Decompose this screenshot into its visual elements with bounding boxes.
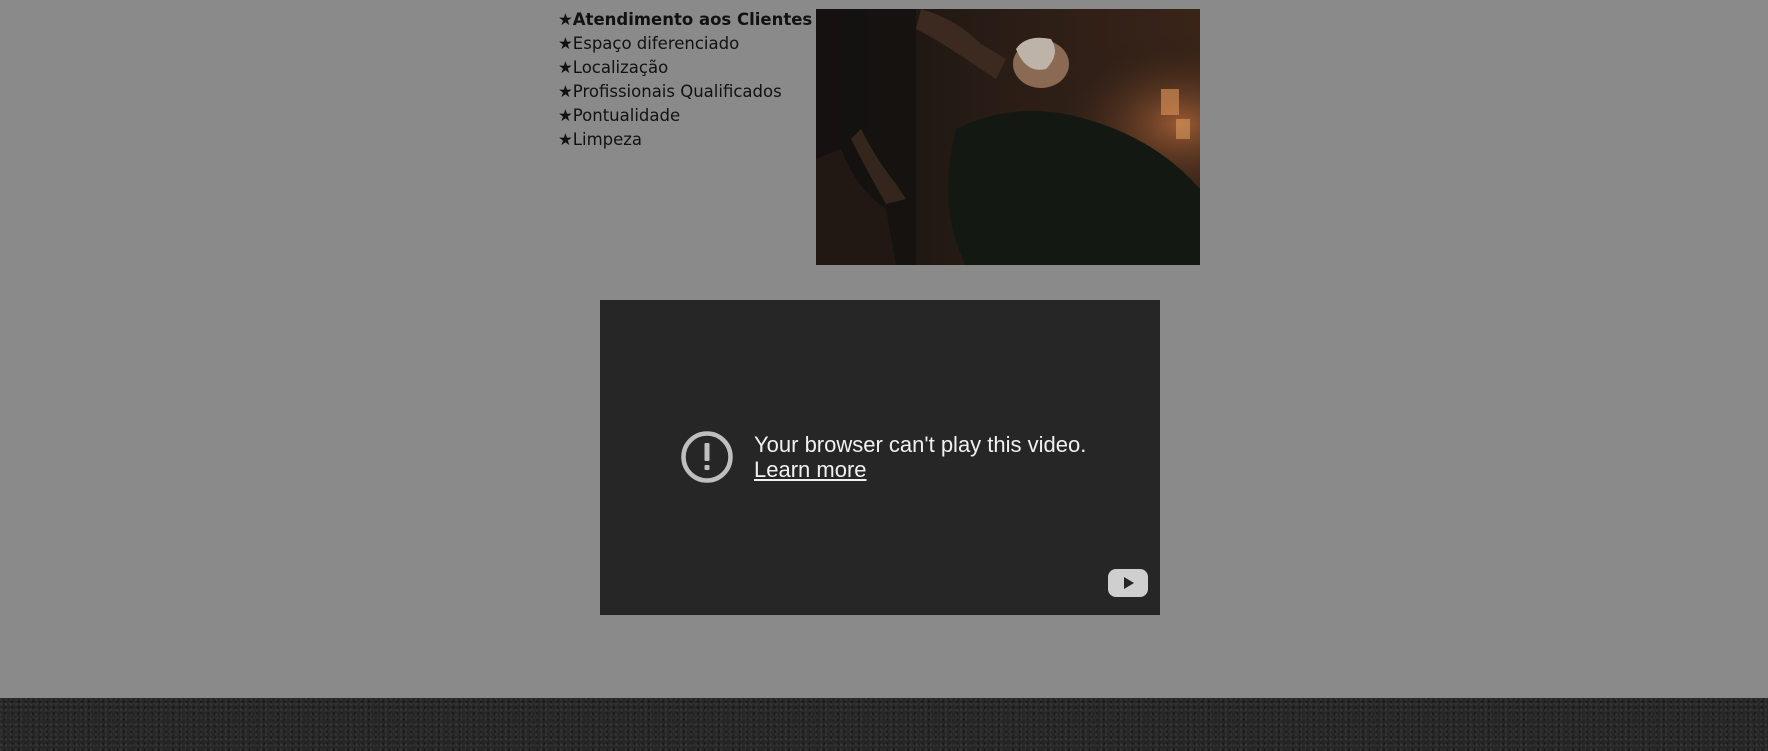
feature-item: ★Profissionais Qualificados (558, 82, 782, 101)
feature-item: ★Espaço diferenciado (558, 34, 740, 53)
feature-item: ★Limpeza (558, 130, 643, 149)
barber-photo (816, 9, 1200, 265)
alert-circle-icon (681, 431, 733, 483)
learn-more-link[interactable]: Learn more (754, 457, 867, 482)
video-player[interactable]: Your browser can't play this video. Lear… (600, 300, 1160, 615)
feature-item: ★Localização (558, 58, 669, 77)
video-error-message: Your browser can't play this video. Lear… (680, 430, 1086, 484)
features-list: ★Atendimento aos Clientes ★Espaço difere… (558, 8, 812, 152)
youtube-logo-icon[interactable] (1108, 569, 1148, 597)
video-error-text: Your browser can't play this video. (754, 432, 1087, 457)
feature-item: ★Pontualidade (558, 106, 681, 125)
barber-photo-illustration (816, 9, 1200, 265)
feature-item: ★Atendimento aos Clientes (558, 10, 813, 29)
footer (0, 698, 1768, 751)
